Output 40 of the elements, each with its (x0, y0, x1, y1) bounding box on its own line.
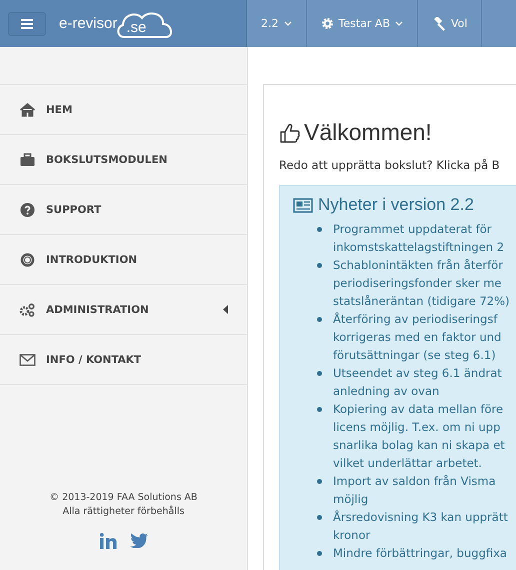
news-item-text: Årsredovisning K3 kan upprätt kronor (333, 509, 508, 544)
sidebar-item[interactable]: HEM (0, 85, 247, 135)
envelope-icon (19, 354, 36, 366)
news-item-text: Kopiering av data mellan före licens möjlig. T.ex. om ni upp snarlika bolag kan ni skapa et vilket underlättar arbetet. (333, 401, 505, 472)
sidebar-item[interactable]: SUPPORT (0, 185, 247, 235)
copyright-text: © 2013-2019 FAA Solutions AB (48, 491, 198, 505)
bullet-icon (317, 551, 322, 556)
gavel-icon (432, 16, 446, 30)
home-icon (19, 102, 36, 116)
intro-text: Redo att upprätta bokslut? Klicka på B (279, 158, 501, 172)
newspaper-icon (293, 198, 313, 212)
news-item-text: Import av saldon från Visma möjlig (333, 473, 496, 508)
menu-button[interactable] (8, 12, 46, 36)
sidebar-item[interactable]: BOKSLUTSMODULEN (0, 135, 247, 185)
gear-icon (320, 17, 334, 30)
news-item-text: Mindre förbättringar, buggfixa (333, 545, 507, 562)
briefcase-icon (19, 152, 36, 166)
question-icon (19, 202, 36, 216)
bullet-icon (317, 371, 322, 376)
copyright-text: Alla rättigheter förbehålls (62, 505, 186, 519)
thumbs-up-icon (279, 122, 301, 144)
life-ring-icon (19, 252, 36, 266)
sidebar-item[interactable]: ADMINISTRATION (0, 285, 247, 335)
welcome-title: Välkommen! (304, 119, 432, 146)
bullet-icon (317, 227, 322, 232)
bullet-icon (317, 263, 322, 268)
bullet-icon (317, 407, 322, 412)
news-item-text: Programmet uppdaterat för inkomstskattelagstiftningen 2 (333, 221, 504, 256)
bullet-icon (317, 317, 322, 322)
news-title: Nyheter i version 2.2 (318, 195, 474, 215)
bullet-icon (317, 515, 322, 520)
news-item-text: Återföring av periodiseringsf korrigeras med en faktor und förutsättningar (se steg 6.1) (333, 311, 502, 364)
menu-icon (21, 18, 33, 28)
logo-text: e-revisor (59, 15, 118, 32)
gears-icon (19, 302, 36, 316)
bullet-icon (317, 479, 322, 484)
sidebar-item[interactable]: INTRODUKTION (0, 235, 247, 285)
news-item-text: Utseendet av steg 6.1 ändrat anledning av ovan (333, 365, 502, 400)
sidebar-item[interactable]: INFO / KONTAKT (0, 335, 247, 385)
news-item-text: Schablonintäkten från återför periodiseringsfonder sker me statslåneräntan (tidigare 72%) (333, 257, 510, 310)
